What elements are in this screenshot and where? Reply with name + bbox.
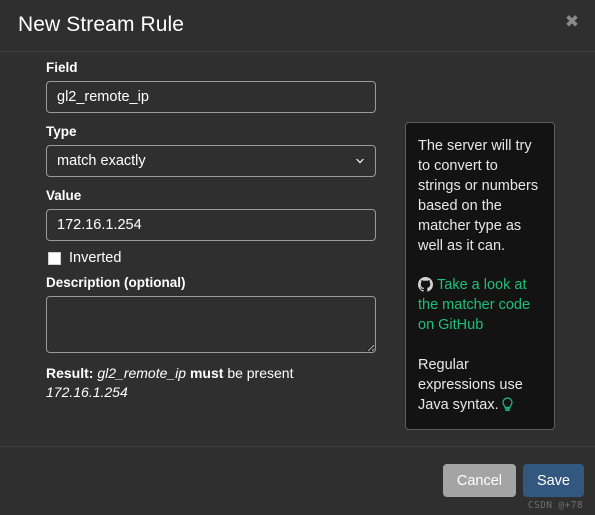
type-select-wrapper: match exactly <box>46 145 376 177</box>
result-field: gl2_remote_ip <box>97 365 187 381</box>
cancel-button[interactable]: Cancel <box>442 464 516 497</box>
result-modal: must <box>189 365 224 381</box>
result-prefix: Result: <box>46 365 94 381</box>
dialog-header: New Stream Rule ✖ <box>0 0 595 52</box>
field-input[interactable] <box>46 81 376 113</box>
lightbulb-icon <box>501 397 514 412</box>
close-icon[interactable]: ✖ <box>561 11 583 33</box>
form-column: Field Type match exactly Value Inver <box>46 60 376 402</box>
dialog-title: New Stream Rule <box>18 13 185 36</box>
field-label: Field <box>46 60 78 75</box>
dialog-body: Field Type match exactly Value Inver <box>0 52 595 447</box>
value-label: Value <box>46 188 82 203</box>
result-middle: be present <box>227 365 294 381</box>
watermark: CSDN @+78 <box>527 500 583 511</box>
description-textarea[interactable] <box>46 296 376 353</box>
help-link-block: Take a look at the matcher code on GitHu… <box>418 275 542 335</box>
result-value: 172.16.1.254 <box>46 384 128 400</box>
matcher-code-link[interactable]: Take a look at the matcher code on GitHu… <box>418 277 530 333</box>
inverted-label: Inverted <box>69 250 122 266</box>
result-summary: Result: gl2_remote_ip must be present 17… <box>46 364 376 402</box>
description-label: Description (optional) <box>46 275 186 290</box>
help-note: Regular expressions use Java syntax. <box>418 355 542 415</box>
github-icon <box>418 277 433 292</box>
dialog-footer: Cancel Save CSDN @+78 <box>0 447 595 515</box>
inverted-checkbox[interactable] <box>48 251 61 265</box>
save-button[interactable]: Save <box>522 464 584 497</box>
type-label: Type <box>46 124 77 139</box>
new-stream-rule-dialog: New Stream Rule ✖ Field Type match exact… <box>0 0 595 515</box>
value-input[interactable] <box>46 209 376 241</box>
help-panel: The server will try to convert to string… <box>405 122 555 430</box>
help-paragraph: The server will try to convert to string… <box>418 138 539 254</box>
type-select[interactable]: match exactly <box>46 145 376 177</box>
inverted-checkbox-row[interactable]: Inverted <box>48 250 376 266</box>
